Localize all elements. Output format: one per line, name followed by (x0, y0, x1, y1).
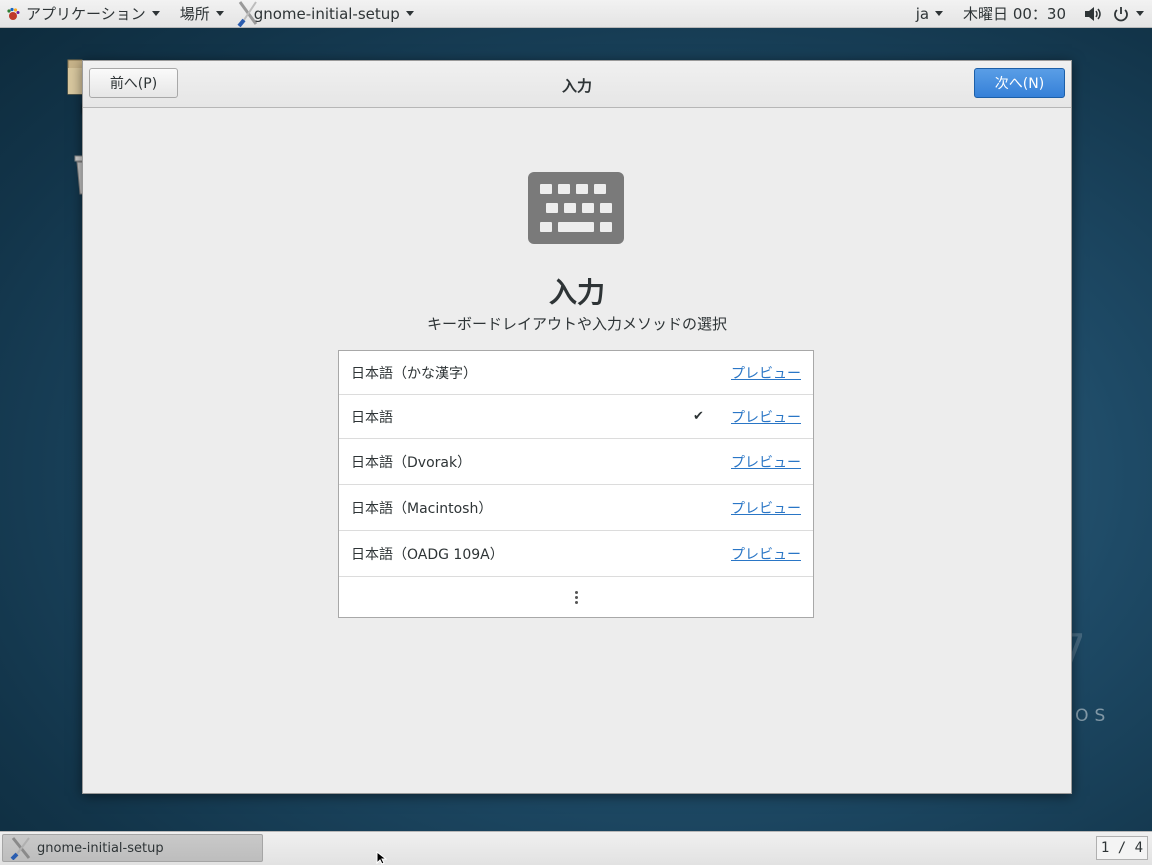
power-icon (1114, 6, 1128, 21)
app-menu-label: gnome-initial-setup (253, 4, 400, 23)
input-source-list: 日本語（かな漢字） プレビュー 日本語 ✔ プレビュー 日本語（Dvorak） … (338, 350, 814, 618)
window-header: 前へ(P) 入力 次へ(N) (83, 61, 1071, 108)
list-item[interactable]: 日本語 ✔ プレビュー (339, 395, 813, 439)
more-layouts-button[interactable] (339, 577, 813, 617)
preview-link[interactable]: プレビュー (731, 452, 801, 472)
layout-name: 日本語（かな漢字） (351, 365, 477, 382)
clock[interactable]: 木曜日 00：30 (957, 0, 1072, 27)
clock-label: 木曜日 00：30 (963, 5, 1066, 23)
chevron-down-icon (151, 11, 160, 16)
foot-icon (7, 7, 20, 20)
list-item[interactable]: 日本語（OADG 109A） プレビュー (339, 531, 813, 577)
applications-menu-label: アプリケーション (26, 5, 146, 23)
chevron-down-icon (935, 11, 944, 16)
settings-tools-icon (10, 837, 31, 860)
applications-menu[interactable]: アプリケーション (0, 0, 166, 27)
app-menu[interactable]: gnome-initial-setup (236, 0, 420, 27)
page-title: 入力 (548, 276, 605, 309)
more-dots-icon (574, 590, 578, 604)
initial-setup-window: 前へ(P) 入力 次へ(N) 入力 キーボードレイアウトや入力メソッドの選択 日… (82, 60, 1072, 794)
next-button[interactable]: 次へ(N) (974, 68, 1065, 98)
workspace-switcher[interactable]: 1 / 4 (1096, 836, 1148, 860)
taskbar-window-button[interactable]: gnome-initial-setup (2, 834, 263, 862)
layout-name: 日本語（Macintosh） (351, 500, 493, 517)
places-menu-label: 場所 (179, 5, 210, 23)
page-subtitle: キーボードレイアウトや入力メソッドの選択 (426, 315, 727, 333)
chevron-down-icon (1136, 11, 1144, 16)
system-menu[interactable] (1078, 0, 1152, 27)
list-item[interactable]: 日本語（かな漢字） プレビュー (339, 351, 813, 395)
layout-name: 日本語（Dvorak） (351, 454, 472, 471)
mouse-cursor-icon (376, 851, 388, 865)
input-source-label: ja (915, 4, 930, 23)
preview-link[interactable]: プレビュー (731, 363, 801, 383)
taskbar-window-label: gnome-initial-setup (37, 840, 164, 856)
layout-name: 日本語 (351, 409, 393, 426)
status-area: ja 木曜日 00：30 (910, 0, 1152, 27)
layout-name: 日本語（OADG 109A） (351, 546, 504, 563)
list-item[interactable]: 日本語（Dvorak） プレビュー (339, 439, 813, 485)
chevron-down-icon (215, 11, 224, 16)
places-menu[interactable]: 場所 (174, 0, 230, 27)
volume-icon (1085, 6, 1101, 21)
preview-link[interactable]: プレビュー (731, 407, 801, 427)
input-source-indicator[interactable]: ja (910, 0, 949, 27)
checkmark-icon: ✔ (693, 409, 704, 424)
list-item[interactable]: 日本語（Macintosh） プレビュー (339, 485, 813, 531)
keyboard-icon (528, 172, 624, 244)
bottom-panel: gnome-initial-setup 1 / 4 (0, 831, 1152, 865)
preview-link[interactable]: プレビュー (731, 544, 801, 564)
chevron-down-icon (405, 11, 414, 16)
top-panel: アプリケーション 場所 gnome-initial-setup ja 木曜日 0… (0, 0, 1152, 28)
preview-link[interactable]: プレビュー (731, 498, 801, 518)
header-title: 入力 (561, 77, 592, 95)
